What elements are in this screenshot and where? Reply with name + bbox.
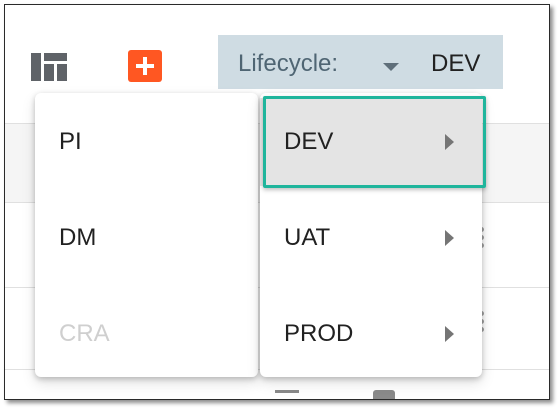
lifecycle-label: Lifecycle:: [238, 50, 339, 77]
menu-item-label: PROD: [284, 320, 354, 347]
menu-item-label: DM: [59, 224, 97, 251]
chevron-right-icon: [445, 230, 454, 246]
menu-item-dev[interactable]: DEV: [260, 98, 482, 186]
screenshot-frame: Lifecycle: DEV PI DM CRA DEV UAT PROD: [4, 4, 550, 400]
caret-down-icon: [383, 63, 399, 71]
lifecycle-selector[interactable]: Lifecycle: DEV: [218, 35, 503, 89]
dashboard-grid-icon[interactable]: [31, 53, 67, 81]
lifecycle-menu-right: DEV UAT PROD: [260, 93, 482, 377]
lifecycle-value: DEV: [431, 50, 481, 77]
menu-item-pi[interactable]: PI: [35, 98, 258, 186]
lifecycle-menu-left: PI DM CRA: [35, 93, 258, 377]
edit-icon[interactable]: [275, 390, 299, 399]
menu-item-label: DEV: [284, 128, 334, 155]
menu-item-prod[interactable]: PROD: [260, 290, 482, 378]
menu-item-label: CRA: [59, 320, 110, 347]
menu-item-cra: CRA: [35, 290, 258, 378]
menu-item-uat[interactable]: UAT: [260, 194, 482, 282]
chevron-right-icon: [445, 134, 454, 150]
delete-icon[interactable]: [373, 390, 395, 399]
add-button[interactable]: [128, 50, 162, 82]
menu-item-label: PI: [59, 128, 82, 155]
menu-item-label: UAT: [284, 224, 331, 251]
menu-item-dm[interactable]: DM: [35, 194, 258, 282]
chevron-right-icon: [445, 326, 454, 342]
